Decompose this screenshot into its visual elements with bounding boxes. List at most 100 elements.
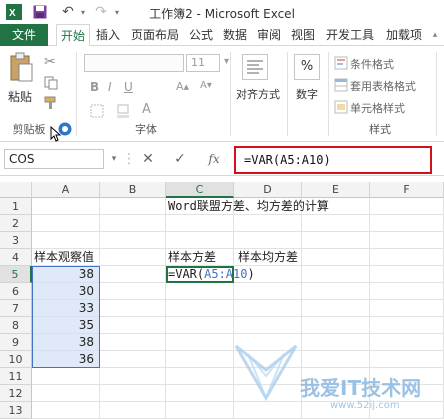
row-header-6[interactable]: 6 bbox=[0, 283, 32, 300]
grid-cell[interactable] bbox=[370, 232, 444, 249]
grid-cell[interactable] bbox=[234, 300, 302, 317]
enter-icon[interactable]: ✓ bbox=[170, 149, 190, 169]
grid-cell[interactable] bbox=[100, 402, 166, 419]
paste-button[interactable]: 粘贴 bbox=[8, 88, 32, 105]
row-header-11[interactable]: 11 bbox=[0, 368, 32, 385]
font-size-dropdown-icon[interactable]: ▾ bbox=[224, 56, 229, 67]
cell-d4[interactable]: 样本均方差 bbox=[236, 249, 316, 266]
column-header-a[interactable]: A bbox=[32, 182, 100, 198]
grid-cell[interactable] bbox=[100, 266, 166, 283]
grid-cell[interactable] bbox=[32, 385, 100, 402]
row-header-13[interactable]: 13 bbox=[0, 402, 32, 419]
fill-color-icon[interactable] bbox=[116, 104, 130, 118]
row-header-3[interactable]: 3 bbox=[0, 232, 32, 249]
grid-cell[interactable] bbox=[234, 283, 302, 300]
cell-a5[interactable]: 38 bbox=[32, 266, 100, 283]
grid-cell[interactable] bbox=[302, 300, 370, 317]
row-header-10[interactable]: 10 bbox=[0, 351, 32, 368]
name-box-dropdown-icon[interactable]: ▾ bbox=[104, 149, 124, 169]
grid-cell[interactable] bbox=[302, 232, 370, 249]
conditional-format-icon[interactable] bbox=[334, 56, 348, 70]
grid-cell[interactable] bbox=[370, 283, 444, 300]
grid-cell[interactable] bbox=[302, 334, 370, 351]
cell-c5[interactable]: =VAR(A5:A10) bbox=[166, 266, 286, 283]
grid-cell[interactable] bbox=[370, 266, 444, 283]
column-header-d[interactable]: D bbox=[234, 182, 302, 198]
cell-a7[interactable]: 33 bbox=[32, 300, 100, 317]
grid-cell[interactable] bbox=[166, 215, 234, 232]
grid-cell[interactable] bbox=[100, 351, 166, 368]
ribbon-collapse-icon[interactable]: ▴ bbox=[428, 24, 442, 46]
font-color-icon[interactable]: A bbox=[142, 102, 151, 117]
row-header-4[interactable]: 4 bbox=[0, 249, 32, 266]
grid-cell[interactable] bbox=[166, 283, 234, 300]
cell-a6[interactable]: 30 bbox=[32, 283, 100, 300]
format-as-table-icon[interactable] bbox=[334, 78, 348, 92]
grid-cell[interactable] bbox=[32, 368, 100, 385]
borders-icon[interactable] bbox=[90, 104, 104, 118]
column-header-b[interactable]: B bbox=[100, 182, 166, 198]
grid-cell[interactable] bbox=[370, 300, 444, 317]
grid-cell[interactable] bbox=[100, 317, 166, 334]
cell-a4[interactable]: 样本观察值 bbox=[32, 249, 100, 266]
column-header-f[interactable]: F bbox=[370, 182, 444, 198]
grid-cell[interactable] bbox=[100, 215, 166, 232]
grow-font-icon[interactable]: A▴ bbox=[176, 80, 189, 93]
tab-data[interactable]: 数据 bbox=[220, 24, 250, 46]
cell-a10[interactable]: 36 bbox=[32, 351, 100, 368]
column-header-e[interactable]: E bbox=[302, 182, 370, 198]
tab-add-ins[interactable]: 加载项 bbox=[382, 24, 426, 46]
tab-insert[interactable]: 插入 bbox=[92, 24, 124, 46]
italic-icon[interactable]: I bbox=[108, 80, 112, 94]
format-painter-icon[interactable] bbox=[44, 96, 58, 110]
grid-cell[interactable] bbox=[302, 317, 370, 334]
insert-function-icon[interactable]: fx bbox=[204, 149, 224, 169]
grid-cell[interactable] bbox=[302, 215, 370, 232]
cut-icon[interactable]: ✂ bbox=[44, 54, 56, 70]
grid-cell[interactable] bbox=[166, 232, 234, 249]
grid-cell[interactable] bbox=[100, 249, 166, 266]
grid-cell[interactable] bbox=[32, 198, 100, 215]
grid-cell[interactable] bbox=[100, 334, 166, 351]
select-all-corner[interactable] bbox=[0, 182, 32, 198]
grid-cell[interactable] bbox=[234, 215, 302, 232]
grid-cell[interactable] bbox=[32, 232, 100, 249]
alignment-button[interactable]: 对齐方式 bbox=[236, 86, 280, 102]
grid-cell[interactable] bbox=[100, 300, 166, 317]
cell-a8[interactable]: 35 bbox=[32, 317, 100, 334]
formula-input[interactable]: =VAR(A5:A10) bbox=[234, 146, 432, 174]
grid-cell[interactable] bbox=[100, 283, 166, 300]
number-format-icon[interactable]: % bbox=[294, 54, 320, 80]
grid-cell[interactable] bbox=[100, 198, 166, 215]
row-header-5[interactable]: 5 bbox=[0, 266, 32, 283]
name-box[interactable]: COS bbox=[4, 149, 104, 169]
number-button[interactable]: 数字 bbox=[296, 86, 318, 102]
grid-cell[interactable] bbox=[302, 266, 370, 283]
grid-cell[interactable] bbox=[166, 334, 234, 351]
grid-cell[interactable] bbox=[166, 368, 234, 385]
tab-formulas[interactable]: 公式 bbox=[186, 24, 216, 46]
cell-a9[interactable]: 38 bbox=[32, 334, 100, 351]
grid-cell[interactable] bbox=[100, 232, 166, 249]
grid-cell[interactable] bbox=[166, 351, 234, 368]
grid-cell[interactable] bbox=[234, 232, 302, 249]
grid-cell[interactable] bbox=[166, 402, 234, 419]
grid-cell[interactable] bbox=[370, 215, 444, 232]
grid-cell[interactable] bbox=[370, 198, 444, 215]
paste-icon[interactable] bbox=[8, 52, 34, 84]
grid-cell[interactable] bbox=[100, 368, 166, 385]
cancel-icon[interactable]: ✕ bbox=[138, 149, 158, 169]
grid-cell[interactable] bbox=[370, 351, 444, 368]
tab-file[interactable]: 文件 bbox=[0, 24, 48, 46]
grid-cell[interactable] bbox=[302, 283, 370, 300]
grid-cell[interactable] bbox=[370, 249, 444, 266]
cell-styles-button[interactable]: 单元格样式 bbox=[350, 100, 405, 116]
tab-page-layout[interactable]: 页面布局 bbox=[128, 24, 182, 46]
conditional-format-button[interactable]: 条件格式 bbox=[350, 56, 394, 72]
grid-cell[interactable] bbox=[166, 317, 234, 334]
format-as-table-button[interactable]: 套用表格格式 bbox=[350, 78, 416, 94]
row-header-1[interactable]: 1 bbox=[0, 198, 32, 215]
shrink-font-icon[interactable]: A▾ bbox=[200, 80, 212, 91]
tab-review[interactable]: 审阅 bbox=[254, 24, 284, 46]
grid-cell[interactable] bbox=[370, 317, 444, 334]
